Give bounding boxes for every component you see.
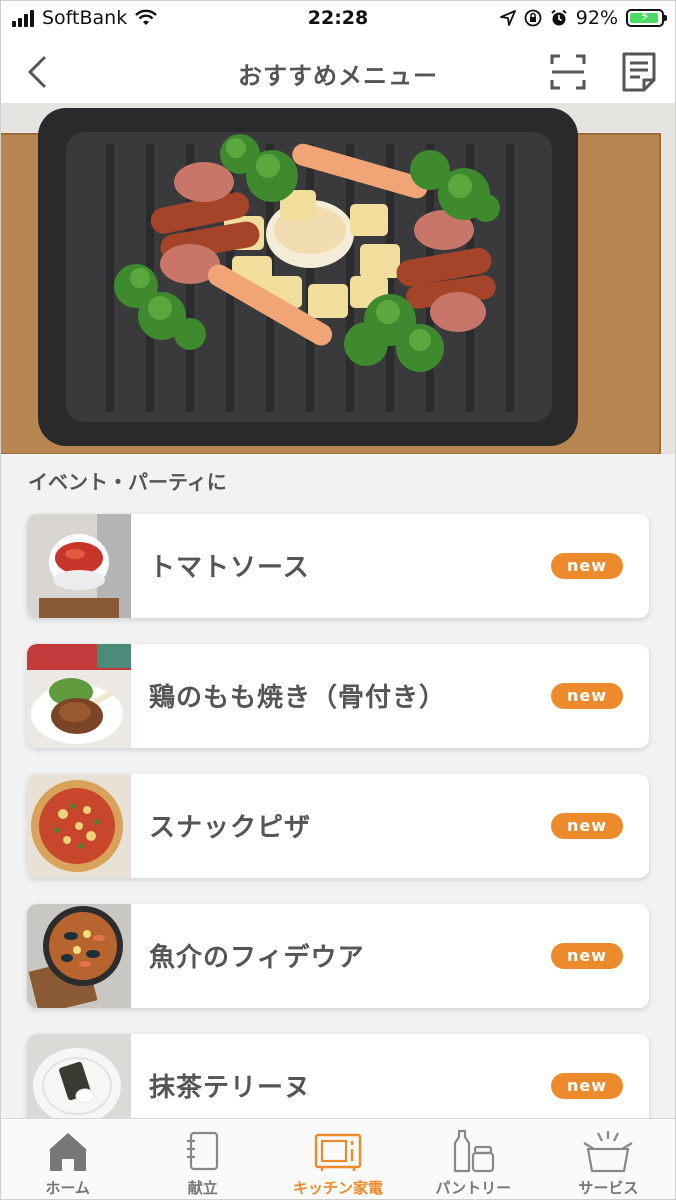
tab-label: サービス [578,1179,639,1197]
charging-bolt-icon: ⚡ [640,9,650,25]
home-icon [49,1133,86,1171]
status-right: 92% ⚡ [499,7,667,29]
new-badge: new [551,553,623,579]
tab-label: ホーム [45,1179,90,1197]
tab-label: キッチン家電 [293,1179,384,1197]
menu-item-name: スナックピザ [149,813,312,843]
scan-icon[interactable] [548,52,588,92]
location-arrow-icon [499,10,516,26]
tab-kitchen-appliances[interactable]: キッチン家電 [270,1119,405,1200]
menu-thumbnail [27,514,131,618]
tab-label: パントリー [435,1179,512,1197]
service-box-icon [583,1131,633,1173]
menu-item-name: 鶏のもも焼き（骨付き） [149,683,447,713]
tab-menu-plan[interactable]: 献立 [135,1119,270,1200]
menu-thumbnail [27,904,131,1008]
tab-service[interactable]: サービス [541,1119,676,1200]
tab-home[interactable]: ホーム [0,1119,135,1200]
grilled-dish-photo [0,104,676,454]
hero-image [0,104,676,454]
menu-item-name: 魚介のフィデウア [149,943,365,973]
new-badge: new [551,683,623,709]
new-badge: new [551,1073,623,1099]
battery-percent: 92% [575,7,618,29]
memo-icon[interactable] [618,50,660,94]
bottom-tab-bar: ホーム 献立 キッチン家電 パントリー サービス [0,1118,676,1200]
orientation-lock-icon [524,9,542,27]
menu-thumbnail [27,644,131,748]
menu-card-tomato-sauce[interactable]: トマトソース new [27,514,649,618]
status-bar: SoftBank 22:28 92% ⚡ [0,0,676,40]
tab-pantry[interactable]: パントリー [406,1119,541,1200]
nav-header: おすすめメニュー [0,40,676,104]
menu-item-name: 抹茶テリーヌ [149,1073,312,1103]
tab-label: 献立 [187,1179,218,1197]
section-title: イベント・パーティに [28,470,227,494]
notebook-icon [186,1131,218,1171]
new-badge: new [551,943,623,969]
alarm-icon [551,9,567,26]
menu-thumbnail [27,774,131,878]
menu-item-name: トマトソース [149,553,310,583]
battery-icon: ⚡ [626,9,667,27]
microwave-icon [314,1133,362,1171]
pantry-icon [454,1129,495,1173]
menu-card-seafood-fideua[interactable]: 魚介のフィデウア new [27,904,649,1008]
menu-card-snack-pizza[interactable]: スナックピザ new [27,774,649,878]
menu-card-chicken-leg[interactable]: 鶏のもも焼き（骨付き） new [27,644,649,748]
new-badge: new [551,813,623,839]
